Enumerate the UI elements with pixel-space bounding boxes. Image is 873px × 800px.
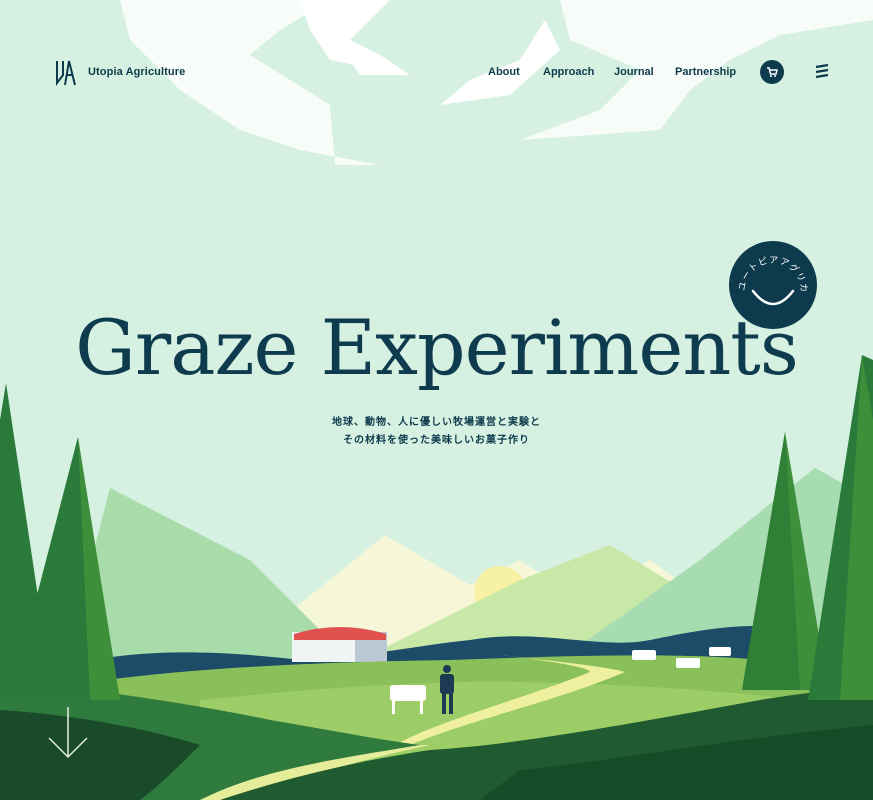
nav-approach[interactable]: Approach (543, 66, 594, 78)
brand-badge: ユートピアアグリカルチャー (729, 241, 817, 329)
nav-journal[interactable]: Journal (614, 66, 654, 78)
subtitle-line: 地球、動物、人に優しい牧場運営と実験と (332, 417, 541, 428)
hamburger-menu-icon[interactable] (815, 64, 829, 79)
brand-name[interactable]: Utopia Agriculture (88, 66, 185, 78)
nav-partnership[interactable]: Partnership (675, 66, 736, 78)
arrow-down-icon[interactable] (47, 705, 89, 761)
subtitle-line: その材料を使った美味しいお菓子作り (343, 435, 530, 446)
hero-subtitle: 地球、動物、人に優しい牧場運営と実験と その材料を使った美味しいお菓子作り (0, 414, 873, 450)
ua-logo-icon[interactable] (55, 57, 77, 87)
site-header: Utopia Agriculture About Approach Journa… (0, 0, 873, 140)
barn (292, 627, 387, 662)
cart-icon (767, 67, 778, 77)
cart-button[interactable] (760, 60, 784, 84)
nav-about[interactable]: About (488, 66, 520, 78)
